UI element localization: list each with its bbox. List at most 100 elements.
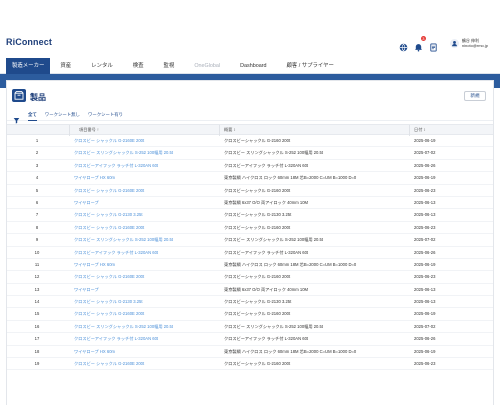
table-row[interactable]: 3 クロスビーアイフック ラッチ付 L-320AN 60t クロスビーアイフック ラ…: [7, 160, 493, 173]
item-number-link[interactable]: ワイヤロープ: [74, 197, 214, 209]
table-header: 項目番号 ↑ 概要 ↕ 日付 ↕: [7, 124, 493, 136]
item-number-link[interactable]: クロスビー スリングシャックル S-252 100幅用 20.5t: [74, 321, 214, 333]
filter-tab-with-worksheet[interactable]: ワークシート有り: [88, 109, 123, 121]
item-number-link[interactable]: クロスビーアイフック ラッチ付 L-320AN 60t: [74, 333, 214, 345]
item-number-link[interactable]: クロスビー シャックル G-2160E 200t: [74, 222, 214, 234]
table-row[interactable]: 16 クロスビー スリングシャックル S-252 100幅用 20.5t クロスビー…: [7, 321, 493, 334]
nav-item-0[interactable]: 製造メーカー: [6, 57, 51, 74]
table-row[interactable]: 5 クロスビー シャックル G-2160E 200t クロスビーシャックル G-21…: [7, 185, 493, 197]
app-logo[interactable]: RiConnect: [6, 37, 52, 47]
item-description: 東京製綱 ハイクロス ロック 60mm 18M 芯B=2000 C=UM B=1…: [224, 175, 357, 181]
item-number-link[interactable]: クロスビー シャックル G-2130 3.25t: [74, 296, 214, 308]
row-number: 15: [34, 311, 40, 317]
user-menu[interactable]: 鶴谷 伸利 ninoto@rmo.jp: [449, 38, 488, 48]
item-number-link[interactable]: クロスビー シャックル G-2160E 200t: [74, 308, 214, 320]
row-number: 17: [34, 336, 40, 342]
table-row[interactable]: 17 クロスビーアイフック ラッチ付 L-320AN 60t クロスビーアイフック …: [7, 333, 493, 346]
column-header-item-number[interactable]: 項目番号 ↑: [79, 125, 99, 135]
table-row[interactable]: 6 ワイヤロープ 東京製綱 6x37 O/O 両アイロック 40mm 10M 2025…: [7, 197, 493, 210]
table-row[interactable]: 8 クロスビー シャックル G-2160E 200t クロスビーシャックル G-21…: [7, 222, 493, 235]
row-number: 12: [34, 274, 40, 280]
table-row[interactable]: 15 クロスビー シャックル G-2160E 200t クロスビーシャックル G-2…: [7, 308, 493, 321]
item-description: クロスビーシャックル G-2160 200t: [224, 361, 291, 367]
table-row[interactable]: 2 クロスビー スリングシャックル S-252 100幅用 20.5t クロスビー …: [7, 147, 493, 160]
table-row[interactable]: 11 ワイヤロープ HX 60m 東京製綱 ハイクロス ロック 60mm 18M 芯…: [7, 259, 493, 272]
item-number-link[interactable]: クロスビー シャックル G-2160E 200t: [74, 185, 214, 197]
table-row[interactable]: 12 クロスビー シャックル G-2160E 200t クロスビーシャックル G-2…: [7, 271, 493, 284]
table-row[interactable]: 4 ワイヤロープ HX 60m 東京製綱 ハイクロス ロック 60mm 18M 芯B…: [7, 172, 493, 185]
item-number-link[interactable]: クロスビー シャックル G-2160E 200t: [74, 135, 214, 147]
row-number: 1: [35, 138, 39, 143]
item-description: クロスビーアイフック ラッチ付 L-320AN 60t: [224, 162, 309, 168]
row-number: 10: [34, 249, 40, 255]
item-description: クロスビー スリングシャックル S-252 100幅用 20.5t: [224, 237, 324, 243]
user-avatar-icon: [449, 38, 459, 48]
table-row[interactable]: 1 クロスビー シャックル G-2160E 200t クロスビーシャックル G-21…: [7, 135, 493, 148]
item-number-link[interactable]: クロスビーアイフック ラッチ付 L-320AN 60t: [74, 247, 214, 259]
item-number-link[interactable]: クロスビー シャックル G-2160E 200t: [74, 271, 214, 283]
item-date: 2025-06-13: [414, 286, 436, 292]
item-number-link[interactable]: クロスビー シャックル G-2130 3.25t: [74, 209, 214, 221]
new-button[interactable]: 新規: [464, 91, 486, 101]
item-number-link[interactable]: クロスビー スリングシャックル S-252 100幅用 20.5t: [74, 234, 214, 246]
item-description: クロスビー スリングシャックル S-252 100幅用 20.5t: [224, 150, 324, 156]
item-description: クロスビーシャックル G-2160 200t: [224, 311, 291, 317]
item-date: 2025-07-02: [414, 150, 436, 156]
row-number: 2: [35, 150, 39, 156]
nav-item-4[interactable]: 監視: [154, 58, 185, 74]
item-date: 2025-06-26: [414, 336, 436, 342]
item-date: 2025-06-19: [414, 138, 436, 143]
table-row[interactable]: 13 ワイヤロープ 東京製綱 6x37 O/O 両アイロック 40mm 10M 202…: [7, 284, 493, 297]
item-description: クロスビーシャックル G-2130 3.25t: [224, 299, 292, 305]
bell-icon[interactable]: 3: [414, 35, 426, 52]
top-bar: RiConnect 3 鶴谷 伸利 ninoto@rmo.jp: [0, 0, 500, 58]
item-date: 2025-06-13: [414, 212, 436, 218]
item-date: 2025-07-02: [414, 237, 436, 243]
item-description: クロスビー スリングシャックル S-252 100幅用 20.5t: [224, 323, 324, 329]
column-header-description[interactable]: 概要 ↕: [224, 125, 236, 135]
nav-item-3[interactable]: 検査: [123, 58, 154, 74]
table-row[interactable]: 18 ワイヤロープ HX 60m 東京製綱 ハイクロス ロック 60mm 18M 芯…: [7, 346, 493, 359]
item-date: 2025-06-19: [414, 175, 436, 181]
main-nav: 製造メーカー 資産 レンタル 検査 監視 OneGlobal Dashboard 顧客 / サ…: [0, 57, 500, 74]
user-info: 鶴谷 伸利 ninoto@rmo.jp: [462, 38, 488, 48]
row-number: 13: [34, 286, 40, 292]
column-header-date[interactable]: 日付 ↕: [414, 125, 426, 135]
item-description: クロスビーシャックル G-2160 200t: [224, 274, 291, 280]
products-panel: 製品 新規 全て ワークシート無し ワークシート有り 項目番号 ↑ 概要 ↕ 日…: [6, 80, 494, 405]
item-number-link[interactable]: ワイヤロープ HX 60m: [74, 346, 214, 358]
table-body: 1 クロスビー シャックル G-2160E 200t クロスビーシャックル G-21…: [7, 135, 493, 371]
filter-tab-all[interactable]: 全て: [28, 109, 37, 121]
document-icon[interactable]: [429, 39, 438, 52]
row-number: 6: [35, 199, 39, 205]
row-number: 18: [34, 348, 40, 354]
item-number-link[interactable]: ワイヤロープ HX 60m: [74, 172, 214, 184]
row-number: 11: [34, 261, 40, 267]
item-date: 2025-06-23: [414, 187, 436, 193]
item-number-link[interactable]: ワイヤロープ: [74, 284, 214, 296]
row-number: 5: [35, 187, 39, 193]
filter-icon[interactable]: [13, 111, 20, 124]
item-number-link[interactable]: クロスビー シャックル G-2160E 200t: [74, 358, 214, 370]
item-description: クロスビーアイフック ラッチ付 L-320AN 60t: [224, 249, 309, 255]
table-row[interactable]: 7 クロスビー シャックル G-2130 3.25t クロスビーシャックル G-21…: [7, 209, 493, 222]
nav-item-7[interactable]: 顧客 / サプライヤー: [276, 58, 343, 74]
filter-tab-no-worksheet[interactable]: ワークシート無し: [45, 109, 80, 121]
globe-icon[interactable]: [399, 39, 408, 51]
row-number: 9: [35, 237, 39, 243]
item-number-link[interactable]: クロスビー スリングシャックル S-252 100幅用 20.5t: [74, 147, 214, 159]
table-row[interactable]: 9 クロスビー スリングシャックル S-252 100幅用 20.5t クロスビー …: [7, 234, 493, 247]
table-row[interactable]: 10 クロスビーアイフック ラッチ付 L-320AN 60t クロスビーアイフック …: [7, 247, 493, 259]
item-number-link[interactable]: ワイヤロープ HX 60m: [74, 259, 214, 271]
nav-item-6[interactable]: Dashboard: [230, 58, 276, 74]
item-number-link[interactable]: クロスビーアイフック ラッチ付 L-320AN 60t: [74, 160, 214, 172]
table-row[interactable]: 14 クロスビー シャックル G-2130 3.25t クロスビーシャックル G-2…: [7, 296, 493, 309]
row-number: 3: [35, 162, 39, 168]
item-date: 2025-06-23: [414, 274, 436, 280]
item-date: 2025-06-13: [414, 299, 436, 305]
table-row[interactable]: 19 クロスビー シャックル G-2160E 200t クロスビーシャックル G-2…: [7, 358, 493, 371]
page-title: 製品: [30, 93, 46, 102]
nav-item-1[interactable]: 資産: [50, 58, 81, 74]
nav-item-2[interactable]: レンタル: [81, 58, 123, 74]
panel-header: 製品 新規: [7, 81, 493, 109]
